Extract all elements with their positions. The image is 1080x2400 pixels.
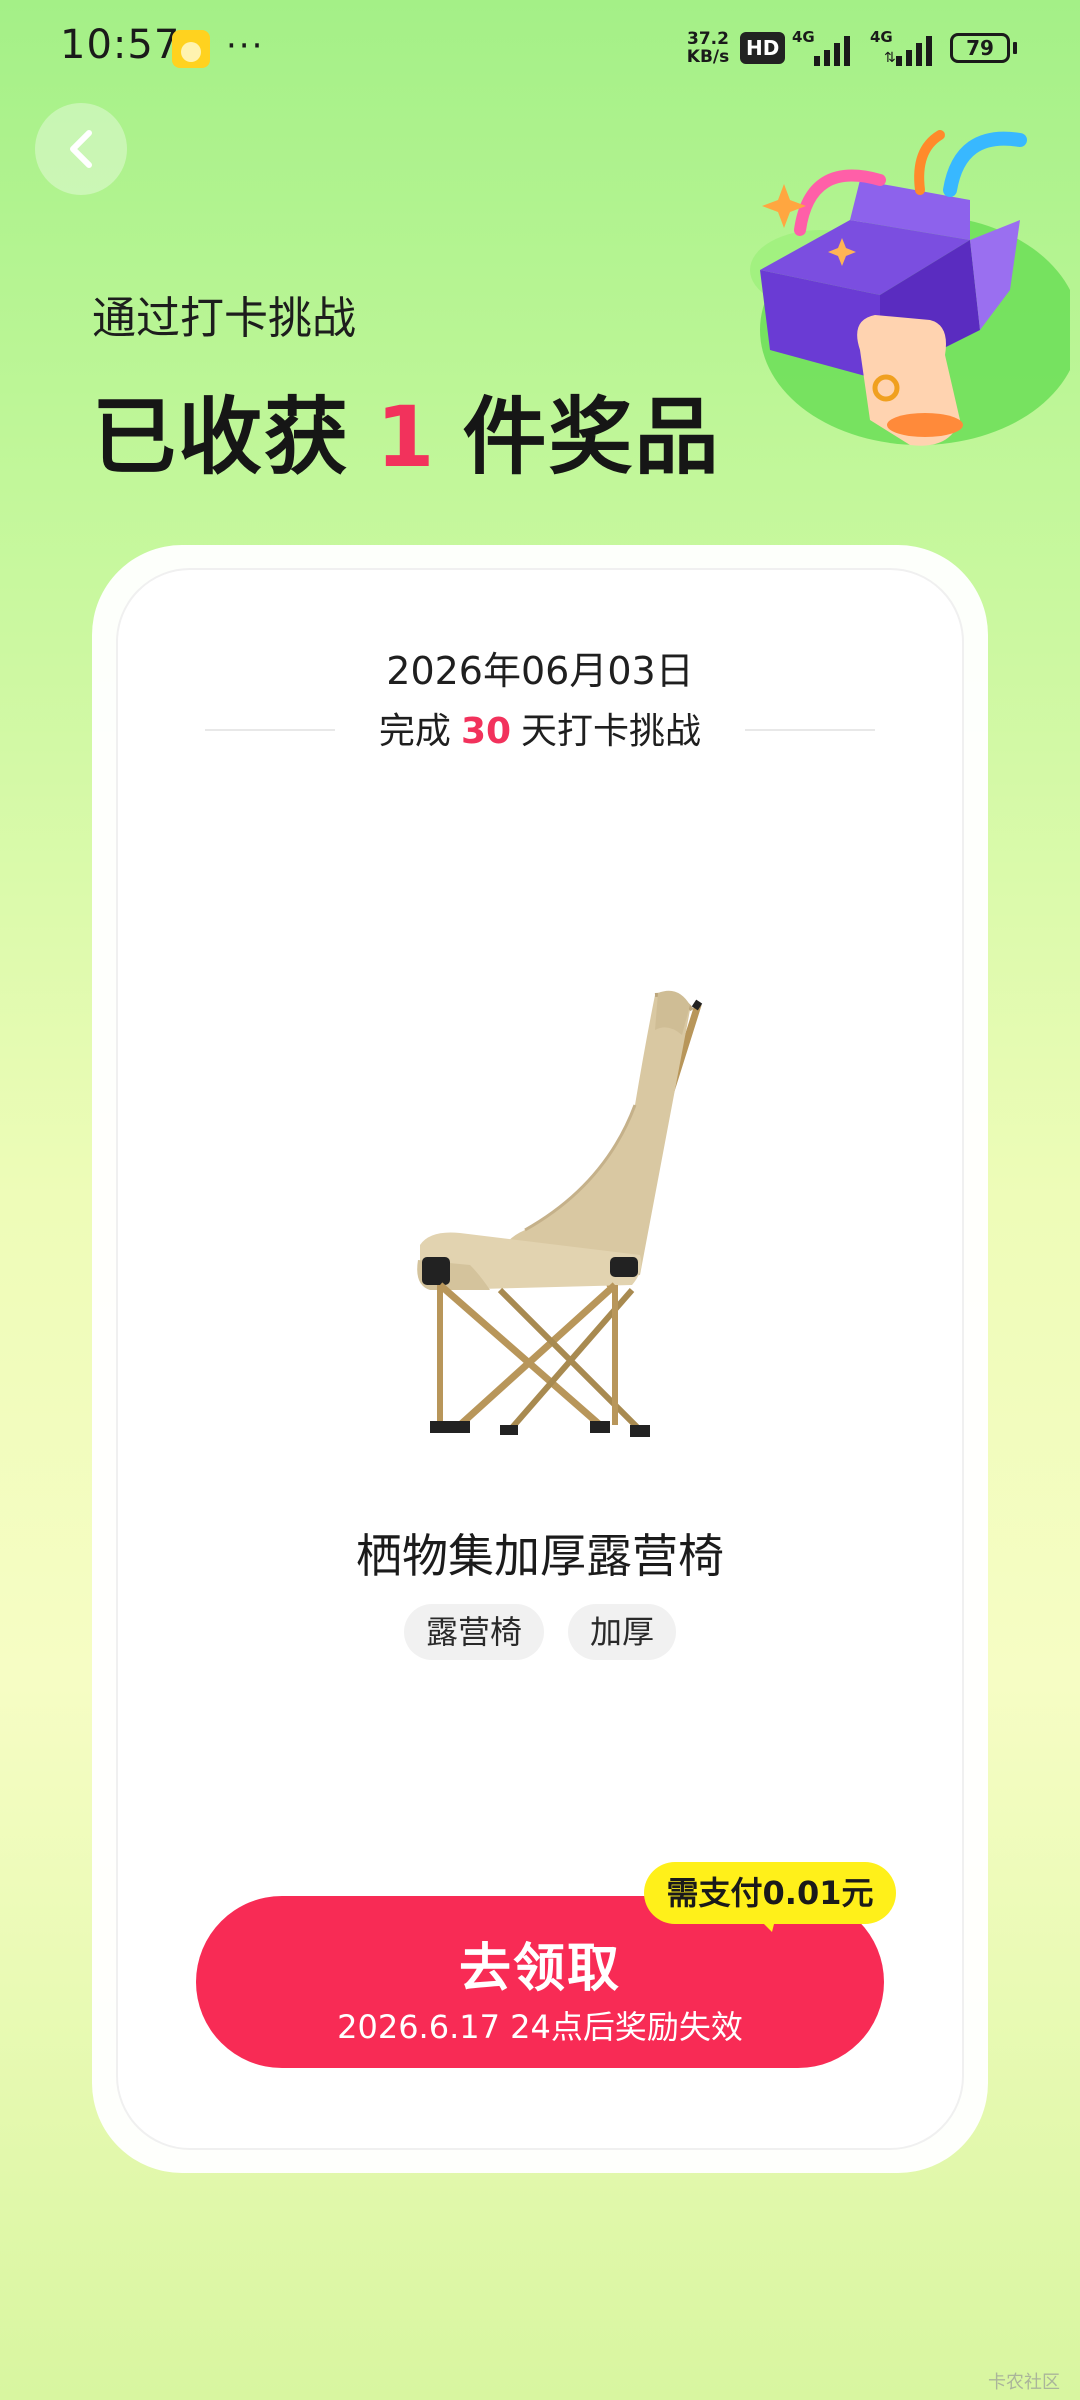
battery-icon: 79 [950,33,1010,63]
page-subtitle: 通过打卡挑战 [92,293,356,344]
price-badge: 需支付0.01元 [644,1862,896,1924]
more-notifications-icon: ··· [226,26,265,66]
hd-icon: HD [740,32,786,64]
chevron-left-icon [70,130,92,168]
price-badge-tail [756,1916,776,1932]
battery-tip [1013,42,1017,54]
gift-box-illustration [750,130,1070,446]
signal-icon [814,36,850,66]
challenge-days: 30 [460,711,512,752]
network-speed: 37.2 KB/s [682,30,734,66]
product-tags: 露营椅 加厚 [0,1604,1080,1660]
back-button[interactable] [35,103,127,195]
claim-deadline: 2026.6.17 24点后奖励失效 [337,2008,743,2046]
headline-prefix: 已收获 [92,388,351,486]
claim-button-label: 去领取 [458,1939,621,1999]
page-title: 已收获 1 件奖品 [92,370,720,491]
challenge-suffix: 天打卡挑战 [521,711,702,752]
network-speed-value: 37.2 [687,29,729,49]
signal-icon: ⇅ [884,36,932,66]
prize-count: 1 [376,388,437,486]
status-time: 10:57 [60,22,181,68]
status-bar: 10:57 ··· 37.2 KB/s HD 4G 4G ⇅ 79 [0,0,1080,100]
product-tag: 加厚 [568,1604,677,1660]
product-tag: 露营椅 [403,1604,544,1660]
product-name: 栖物集加厚露营椅 [356,1529,724,1583]
watermark: 卡农社区 [988,2372,1060,2393]
svg-text:⇅: ⇅ [884,50,896,66]
network-speed-unit: KB/s [686,47,730,67]
app-notification-icon [172,30,210,68]
challenge-description: 完成 30 天打卡挑战 [0,702,1080,754]
challenge-prefix: 完成 [378,711,451,752]
product-image [417,990,703,1437]
headline-suffix: 件奖品 [462,388,721,486]
challenge-date: 2026年06月03日 [386,649,694,693]
